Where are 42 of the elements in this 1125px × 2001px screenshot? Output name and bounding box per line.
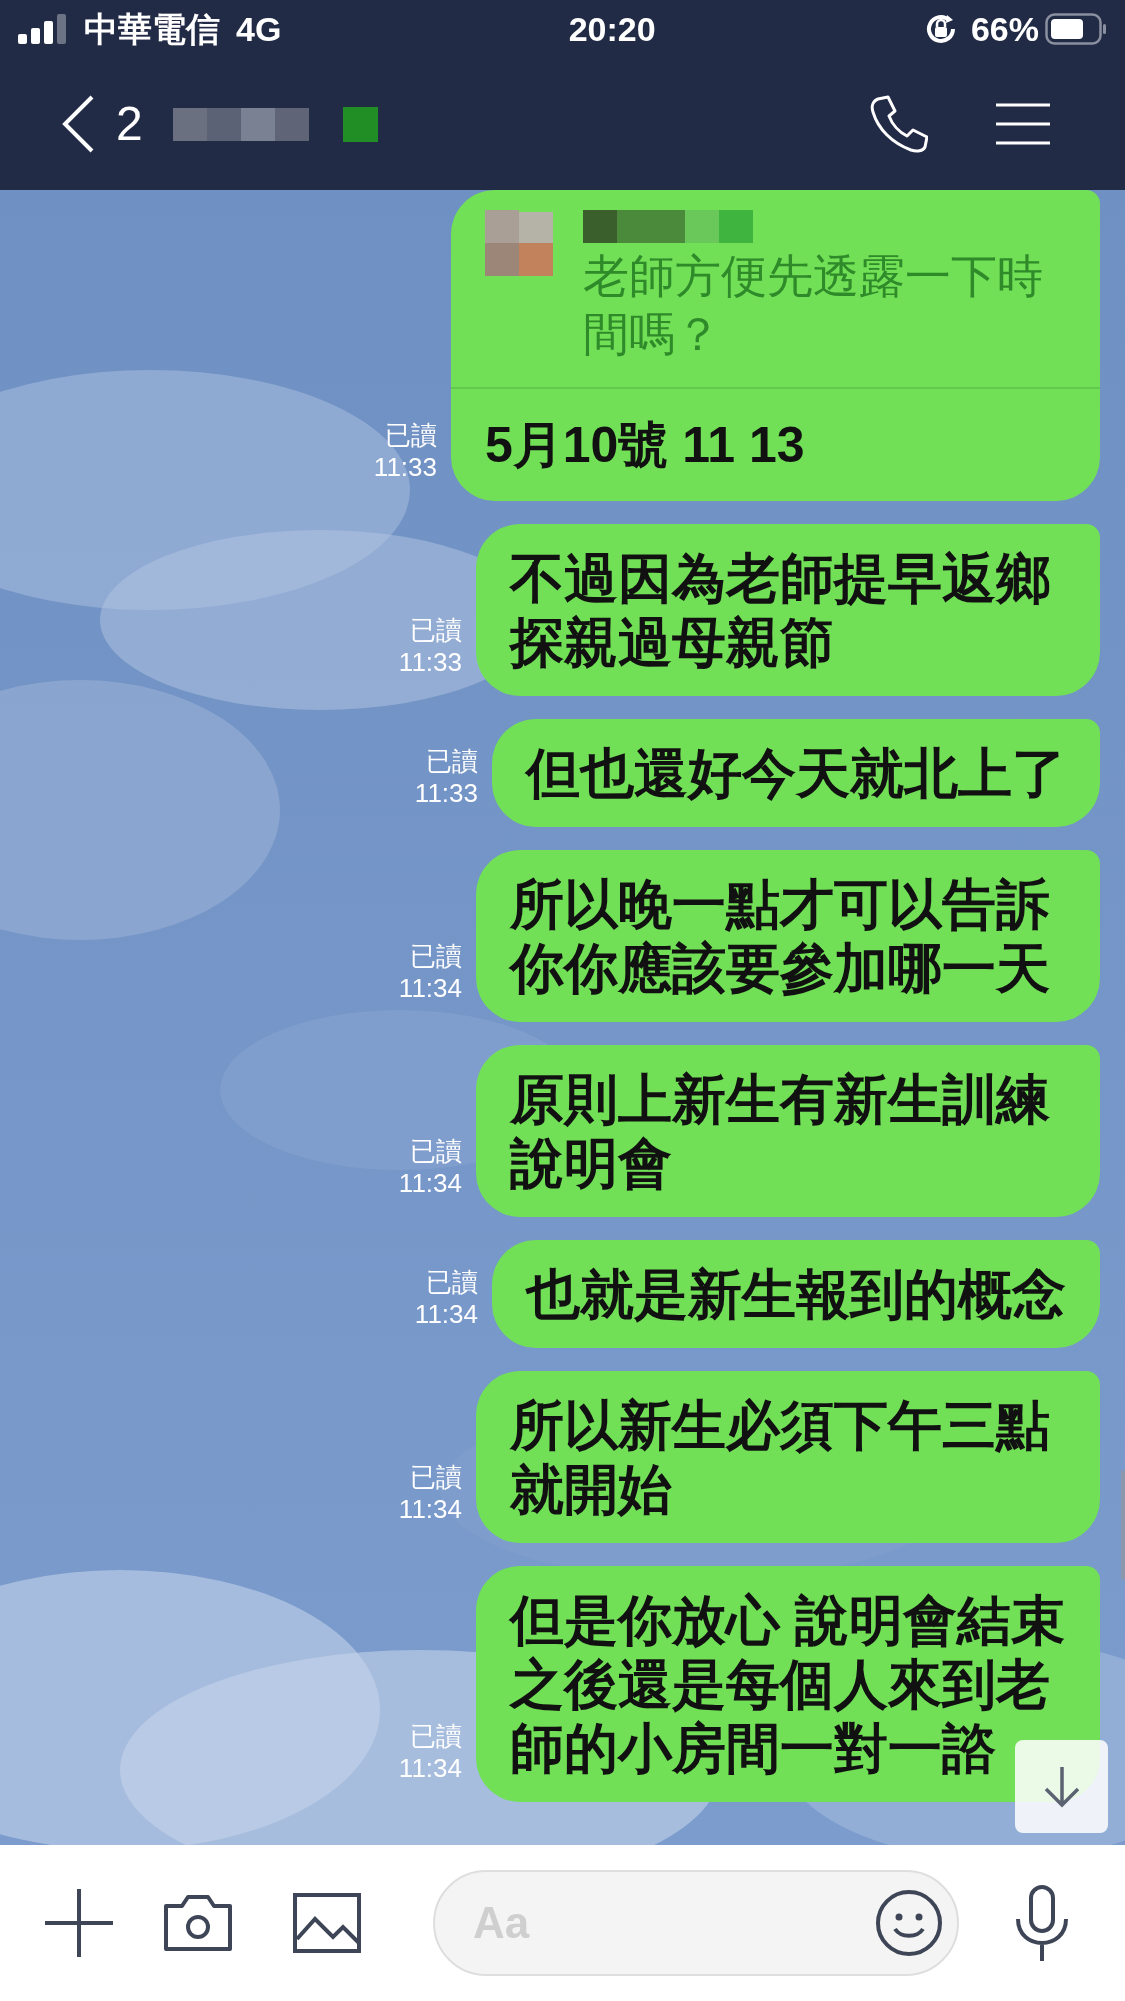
scroll-down-button[interactable] — [1015, 1740, 1108, 1833]
image-icon[interactable] — [293, 1893, 361, 1953]
message-time: 11:34 — [398, 1752, 462, 1784]
camera-icon[interactable] — [163, 1894, 233, 1952]
quoted-message: 老師方便先透露一下時間嗎？ — [583, 249, 1044, 362]
read-receipt: 已讀 — [426, 1266, 478, 1298]
plus-icon[interactable] — [45, 1889, 113, 1957]
message-time: 11:34 — [414, 1298, 478, 1330]
message-time: 11:34 — [398, 972, 462, 1004]
message-bubble: 也就是新生報到的概念 — [492, 1240, 1100, 1348]
carrier-name: 中華電信 — [84, 8, 220, 50]
avatar-icon — [485, 210, 553, 276]
battery-percent: 66% — [970, 8, 1039, 50]
read-receipt: 已讀 — [410, 1135, 462, 1167]
message-time: 11:34 — [398, 1493, 462, 1525]
status-square-icon — [342, 106, 378, 142]
message-bubble: 不過因為老師提早返鄉探親過母親節 — [476, 524, 1100, 696]
status-time: 20:20 — [568, 8, 656, 50]
read-receipt: 已讀 — [410, 940, 462, 972]
message-bubble: 但也還好今天就北上了 — [492, 719, 1100, 827]
read-receipt: 已讀 — [385, 419, 437, 451]
read-receipt: 已讀 — [410, 1461, 462, 1493]
message-time: 11:33 — [373, 451, 437, 483]
message-time: 11:34 — [398, 1167, 462, 1199]
message-bubble: 但是你放心 說明會結束之後還是每個人來到老師的小房間一對一諮 — [476, 1566, 1100, 1802]
emoji-icon[interactable] — [875, 1889, 943, 1957]
read-receipt: 已讀 — [410, 1720, 462, 1752]
message-bubble: 所以新生必須下午三點就開始 — [476, 1371, 1100, 1543]
menu-icon[interactable] — [996, 103, 1050, 145]
unread-count: 2 — [116, 96, 143, 152]
network-type: 4G — [236, 8, 282, 50]
back-icon[interactable] — [60, 94, 96, 154]
read-receipt: 已讀 — [426, 745, 478, 777]
message-bubble: 所以晚一點才可以告訴你你應該要參加哪一天 — [476, 850, 1100, 1022]
microphone-icon[interactable] — [1014, 1885, 1070, 1961]
message-bubble: 原則上新生有新生訓練說明會 — [476, 1045, 1100, 1217]
phone-icon[interactable] — [868, 95, 928, 153]
read-receipt: 已讀 — [410, 614, 462, 646]
message-time: 11:33 — [414, 777, 478, 809]
battery-icon — [1045, 13, 1107, 45]
message-text: 5月10號 11 13 — [484, 416, 806, 475]
message-time: 11:33 — [398, 646, 462, 678]
